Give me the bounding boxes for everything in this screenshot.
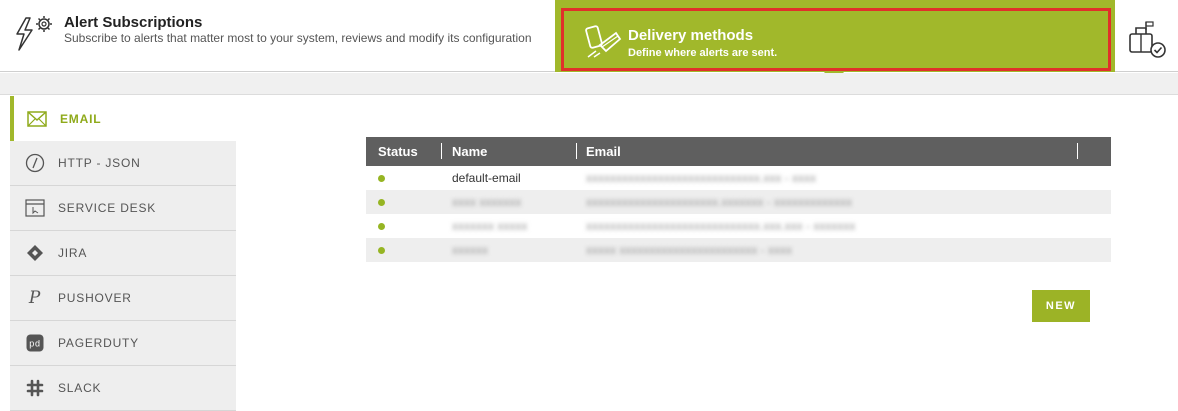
row-email: xxxxx xxxxxxxxxxxxxxxxxxxxxxx - xxxx xyxy=(586,243,792,257)
sidebar-item-label: EMAIL xyxy=(60,111,102,126)
sidebar-item-pushover[interactable]: P PUSHOVER xyxy=(10,276,236,321)
sidebar-item-label: SERVICE DESK xyxy=(58,201,157,215)
sidebar-item-email[interactable]: EMAIL xyxy=(10,96,236,141)
alert-subscriptions-header: Alert Subscriptions Subscribe to alerts … xyxy=(14,14,534,54)
sidebar-item-jira[interactable]: JIRA xyxy=(10,231,236,276)
sub-header-strip xyxy=(0,73,1178,95)
slack-hash-icon xyxy=(24,377,46,399)
row-name: xxxxxx xyxy=(452,243,488,257)
row-name: default-email xyxy=(452,171,521,185)
delivery-method-sidebar: EMAIL HTTP - JSON SERVICE DESK JIRA P PU… xyxy=(10,96,236,411)
table-header: Status Name Email xyxy=(366,137,1111,166)
delivery-methods-tab[interactable]: Delivery methods Define where alerts are… xyxy=(555,0,1115,72)
sidebar-item-label: PAGERDUTY xyxy=(58,336,139,350)
column-divider xyxy=(576,143,577,159)
row-name: xxxxxxx xxxxx xyxy=(452,219,528,233)
table-row[interactable]: xxxx xxxxxxx xxxxxxxxxxxxxxxxxxxxxx.xxxx… xyxy=(366,190,1111,214)
column-divider xyxy=(1077,143,1078,159)
http-slash-icon xyxy=(24,152,46,174)
delivery-methods-title: Delivery methods xyxy=(628,27,754,44)
new-button[interactable]: NEW xyxy=(1032,290,1090,322)
sidebar-item-slack[interactable]: SLACK xyxy=(10,366,236,411)
sidebar-item-label: SLACK xyxy=(58,381,102,395)
pagerduty-pd-icon: pd xyxy=(24,332,46,354)
page-header: Alert Subscriptions Subscribe to alerts … xyxy=(0,0,1178,72)
delivery-methods-subtitle: Define where alerts are sent. xyxy=(628,47,778,59)
alert-settings-icon xyxy=(14,14,62,54)
delivery-highlight-box: Delivery methods Define where alerts are… xyxy=(561,8,1111,71)
sidebar-item-service-desk[interactable]: SERVICE DESK xyxy=(10,186,236,231)
page-title: Alert Subscriptions xyxy=(64,14,203,31)
status-dot xyxy=(378,223,385,230)
pushover-p-icon: P xyxy=(28,288,42,308)
table-row[interactable]: xxxxxxx xxxxx xxxxxxxxxxxxxxxxxxxxxxxxxx… xyxy=(366,214,1111,238)
table-row[interactable]: xxxxxx xxxxx xxxxxxxxxxxxxxxxxxxxxxx - x… xyxy=(366,238,1111,262)
delivery-methods-icon xyxy=(584,23,624,61)
page-subtitle: Subscribe to alerts that matter most to … xyxy=(64,31,532,45)
sidebar-item-label: JIRA xyxy=(58,246,88,260)
service-desk-icon xyxy=(24,197,46,219)
status-dot xyxy=(378,199,385,206)
sidebar-item-pagerduty[interactable]: pd PAGERDUTY xyxy=(10,321,236,366)
jira-diamond-icon xyxy=(24,242,46,264)
column-header-status[interactable]: Status xyxy=(378,144,418,159)
column-header-name[interactable]: Name xyxy=(452,144,487,159)
status-dot xyxy=(378,175,385,182)
sidebar-item-http-json[interactable]: HTTP - JSON xyxy=(10,141,236,186)
svg-text:pd: pd xyxy=(29,339,41,349)
sidebar-item-label: PUSHOVER xyxy=(58,291,132,305)
table-row[interactable]: default-email xxxxxxxxxxxxxxxxxxxxxxxxxx… xyxy=(366,166,1111,190)
row-email: xxxxxxxxxxxxxxxxxxxxxxxxxxxxx.xxx.xxx - … xyxy=(586,219,856,233)
row-email: xxxxxxxxxxxxxxxxxxxxxx.xxxxxxx - xxxxxxx… xyxy=(586,195,852,209)
column-divider xyxy=(441,143,442,159)
email-subscriptions-table: Status Name Email default-email xxxxxxxx… xyxy=(366,137,1111,262)
row-email: xxxxxxxxxxxxxxxxxxxxxxxxxxxxx.xxx - xxxx xyxy=(586,171,816,185)
mailbox-check-icon[interactable] xyxy=(1128,20,1170,62)
row-name: xxxx xxxxxxx xyxy=(452,195,522,209)
column-header-email[interactable]: Email xyxy=(586,144,621,159)
envelope-icon xyxy=(26,108,48,130)
status-dot xyxy=(378,247,385,254)
sidebar-item-label: HTTP - JSON xyxy=(58,156,141,170)
